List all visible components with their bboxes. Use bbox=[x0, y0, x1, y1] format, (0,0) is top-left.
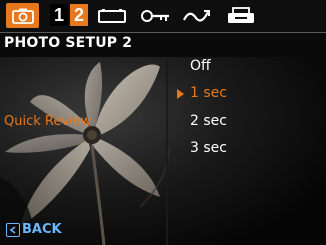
tab-card[interactable] bbox=[96, 3, 128, 28]
tab-page-2[interactable]: 2 bbox=[70, 4, 88, 26]
option-off[interactable]: Off bbox=[190, 58, 211, 74]
flower-photo-image bbox=[0, 57, 326, 245]
card-icon bbox=[98, 8, 126, 23]
tab-wave[interactable] bbox=[180, 3, 214, 28]
setting-label: Quick Review bbox=[4, 114, 92, 129]
panel-divider bbox=[166, 57, 168, 245]
back-arrow-icon bbox=[6, 222, 20, 237]
menu-header: PHOTO SETUP 2 bbox=[0, 32, 326, 57]
menu-tab-bar: 1 2 bbox=[0, 0, 326, 32]
wave-icon bbox=[183, 9, 210, 22]
back-label: BACK bbox=[22, 222, 62, 237]
camera-menu-screen: 1 2 PHOTO SETUP 2 Quick Review Off 1 sec… bbox=[0, 0, 326, 245]
background-photo bbox=[0, 57, 326, 245]
tab-page-1[interactable]: 1 bbox=[50, 4, 68, 26]
key-icon bbox=[141, 9, 169, 22]
option-1-sec[interactable]: 1 sec bbox=[190, 85, 227, 101]
camera-icon bbox=[11, 8, 34, 24]
option-3-sec[interactable]: 3 sec bbox=[190, 140, 227, 156]
tab-camera[interactable] bbox=[6, 3, 39, 28]
tab-key[interactable] bbox=[138, 3, 172, 28]
option-2-sec[interactable]: 2 sec bbox=[190, 113, 227, 129]
back-button[interactable]: BACK bbox=[6, 222, 62, 237]
printer-icon bbox=[228, 6, 254, 23]
tab-printer[interactable] bbox=[224, 3, 258, 28]
page-title: PHOTO SETUP 2 bbox=[4, 35, 133, 51]
selection-arrow-icon bbox=[177, 89, 184, 99]
